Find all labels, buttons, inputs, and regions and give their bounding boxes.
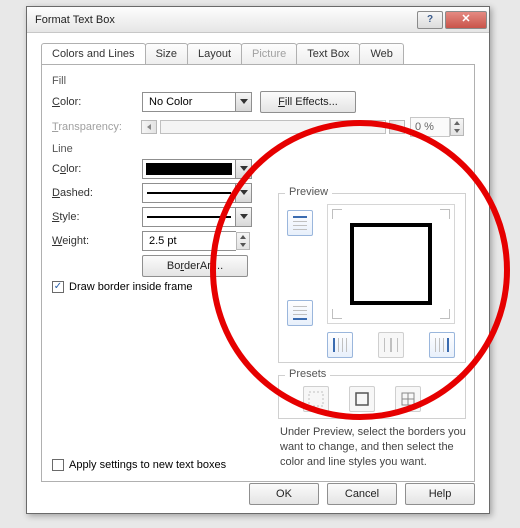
corner-bl-icon	[332, 309, 342, 319]
chevron-down-icon	[235, 93, 251, 111]
chevron-down-icon	[235, 160, 251, 178]
close-icon: ✕	[461, 14, 470, 25]
border-art-button[interactable]: BorderArt...	[142, 255, 248, 277]
ok-button[interactable]: OK	[249, 483, 319, 505]
tab-panel: Fill CColor:olor: No Color Fill Effects.…	[41, 64, 475, 482]
border-bottom-button[interactable]	[287, 300, 313, 326]
preview-rect	[350, 223, 432, 305]
corner-br-icon	[440, 309, 450, 319]
tab-picture: Picture	[241, 43, 297, 64]
presets-group: Presets	[278, 375, 466, 419]
border-top-icon	[292, 215, 308, 231]
corner-tl-icon	[332, 209, 342, 219]
line-color-label: Color:	[52, 163, 142, 175]
line-color-swatch	[146, 163, 232, 175]
border-center-icon	[383, 337, 399, 353]
tab-text-box[interactable]: Text Box	[296, 43, 360, 64]
format-text-box-dialog: Format Text Box ? ✕ Colors and Lines Siz…	[26, 6, 490, 514]
fill-effects-button[interactable]: Fill Effects...	[260, 91, 356, 113]
window-title: Format Text Box	[35, 14, 415, 26]
chevron-down-icon	[235, 208, 251, 226]
preview-hint-text: Under Preview, select the borders you wa…	[280, 425, 468, 470]
transparency-value: 0 %	[410, 117, 450, 137]
tab-colors-and-lines[interactable]: Colors and Lines	[41, 43, 146, 64]
apply-new-checkbox[interactable]	[52, 459, 64, 471]
border-left-button[interactable]	[327, 332, 353, 358]
preset-box-icon	[354, 391, 370, 407]
line-section-label: Line	[52, 143, 464, 155]
help-button[interactable]: Help	[405, 483, 475, 505]
titlebar-help-button[interactable]: ?	[417, 11, 443, 29]
apply-new-label: Apply settings to new text boxes	[69, 459, 226, 471]
border-bottom-icon	[292, 305, 308, 321]
draw-border-inside-checkbox[interactable]	[52, 281, 64, 293]
tab-strip: Colors and Lines Size Layout Picture Tex…	[27, 33, 489, 64]
border-right-button[interactable]	[429, 332, 455, 358]
line-style-label: Style:	[52, 211, 142, 223]
transparency-label: Transparency:	[52, 121, 142, 133]
preset-grid-button[interactable]	[395, 386, 421, 412]
line-weight-spinner[interactable]	[236, 232, 250, 250]
fill-section-label: Fill	[52, 75, 464, 87]
tab-size[interactable]: Size	[145, 43, 188, 64]
fill-color-label: CColor:olor:	[52, 96, 142, 108]
transparency-right-button[interactable]	[389, 120, 405, 134]
border-center-v-button[interactable]	[378, 332, 404, 358]
line-style-combo[interactable]	[142, 207, 252, 227]
border-top-button[interactable]	[287, 210, 313, 236]
transparency-spinner[interactable]	[450, 118, 464, 136]
dialog-button-row: OK Cancel Help	[27, 483, 489, 505]
preview-legend: Preview	[285, 186, 332, 198]
line-color-combo[interactable]	[142, 159, 252, 179]
transparency-left-button[interactable]	[141, 120, 157, 134]
border-right-icon	[434, 337, 450, 353]
preset-box-button[interactable]	[349, 386, 375, 412]
titlebar-close-button[interactable]: ✕	[445, 11, 487, 29]
preset-grid-icon	[400, 391, 416, 407]
chevron-down-icon	[235, 184, 251, 202]
line-dashed-label: Dashed:	[52, 187, 142, 199]
preview-group: Preview	[278, 193, 466, 363]
fill-color-combo[interactable]: No Color	[142, 92, 252, 112]
tab-web[interactable]: Web	[359, 43, 403, 64]
line-weight-input[interactable]: 2.5 pt	[142, 231, 236, 251]
line-weight-label: Weight:	[52, 235, 142, 247]
line-dashed-combo[interactable]	[142, 183, 252, 203]
cancel-button[interactable]: Cancel	[327, 483, 397, 505]
draw-border-inside-label: Draw border inside frame	[69, 281, 193, 293]
preview-canvas	[327, 204, 455, 324]
transparency-slider	[160, 120, 386, 134]
line-weight-value: 2.5 pt	[143, 235, 236, 247]
preset-none-button[interactable]	[303, 386, 329, 412]
dashed-sample	[147, 192, 231, 194]
presets-legend: Presets	[285, 368, 330, 380]
style-sample	[147, 216, 231, 218]
corner-tr-icon	[440, 209, 450, 219]
tab-layout[interactable]: Layout	[187, 43, 242, 64]
preset-none-icon	[308, 391, 324, 407]
fill-color-value: No Color	[143, 96, 235, 108]
border-left-icon	[332, 337, 348, 353]
titlebar: Format Text Box ? ✕	[27, 7, 489, 33]
